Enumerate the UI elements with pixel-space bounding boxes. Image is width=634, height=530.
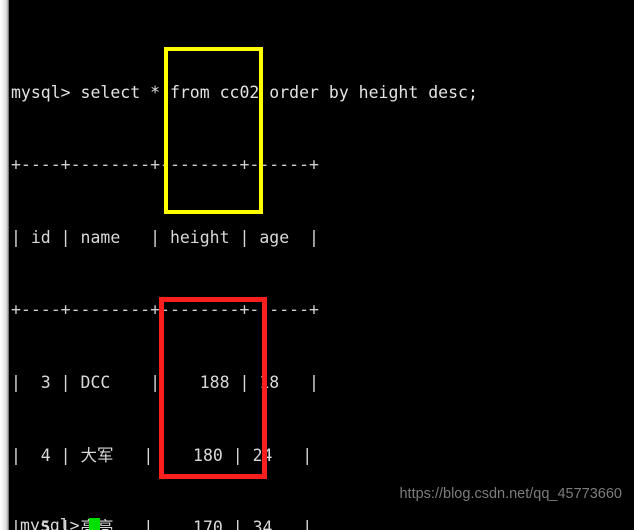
table-row: | 3 | DCC | 188 | 18 |	[11, 372, 319, 392]
command-line-desc: mysql> select * from cc02 order by heigh…	[11, 82, 478, 102]
window-left-edge	[0, 0, 9, 530]
table-separator-mid-desc: +----+--------+--------+------+	[11, 300, 319, 320]
console-output: mysql> select * from cc02 order by heigh…	[11, 8, 478, 530]
terminal-screen[interactable]: mysql> select * from cc02 order by heigh…	[9, 0, 634, 530]
cursor-block	[88, 518, 100, 530]
bottom-prompt-line[interactable]: mysql>	[20, 516, 100, 530]
table-separator-top-desc: +----+--------+--------+------+	[11, 155, 319, 175]
terminal-window[interactable]: mysql> select * from cc02 order by heigh…	[0, 0, 634, 530]
table-row: | 4 | 大军 | 180 | 24 |	[11, 445, 313, 465]
prompt-text: mysql>	[20, 516, 80, 530]
watermark-url: https://blog.csdn.net/qq_45773660	[399, 486, 622, 502]
table-header-desc: | id | name | height | age |	[11, 227, 319, 247]
